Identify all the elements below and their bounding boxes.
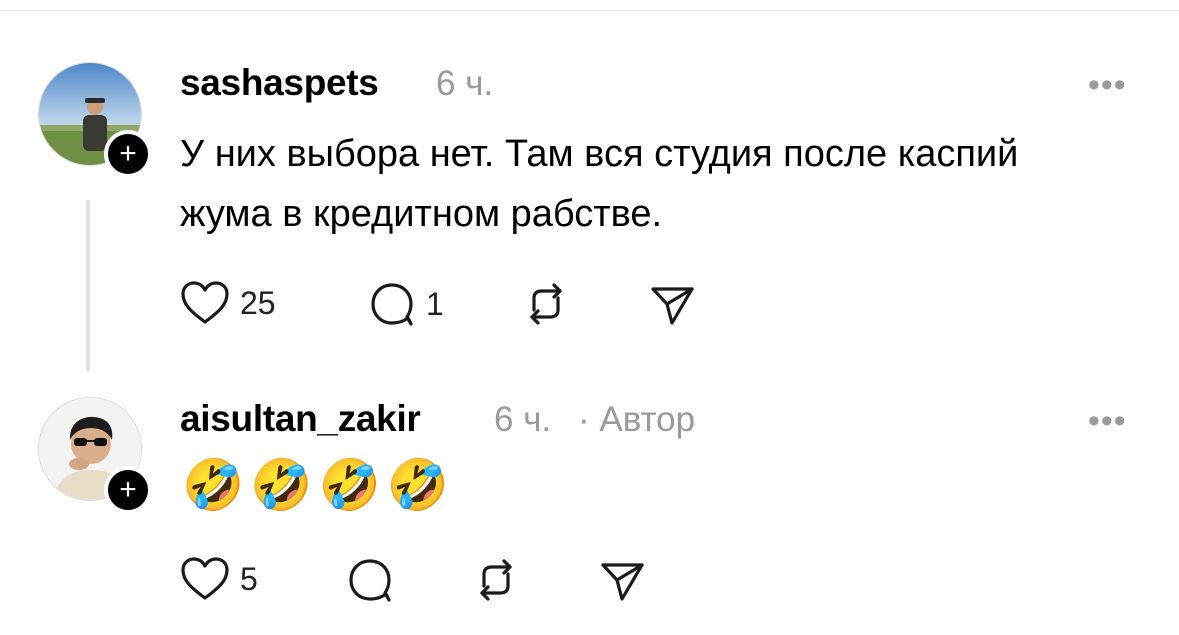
author-tag: · Автор [578,400,696,439]
send-icon [651,287,694,325]
share-button[interactable] [648,280,696,328]
like-button[interactable]: 5 [180,556,258,602]
follow-button[interactable]: + [104,466,152,514]
plus-icon: + [119,473,137,506]
top-divider [0,10,1179,11]
comment-icon [349,559,391,602]
like-count: 5 [240,560,258,597]
repost-button[interactable] [522,280,570,328]
more-options-icon[interactable]: ••• [1088,402,1127,441]
like-button[interactable]: 25 [180,280,276,326]
plus-icon: + [119,137,137,170]
heart-icon [181,281,229,324]
timestamp: 6 ч. [436,64,494,103]
thread-line [86,200,90,372]
share-button[interactable] [598,556,646,604]
comment-text: 🤣🤣🤣🤣 [182,457,456,513]
repost-button[interactable] [472,556,520,604]
repost-icon [530,283,562,325]
like-count: 25 [240,284,276,321]
more-options-icon[interactable]: ••• [1088,66,1127,105]
comment-text: У них выбора нет. Там вся студия после к… [180,133,1019,235]
comment-icon [371,283,413,326]
username[interactable]: aisultan_zakir [180,398,421,440]
heart-icon [181,557,229,600]
send-icon [601,563,644,601]
follow-button[interactable]: + [104,130,152,178]
repost-icon [480,559,512,601]
reply-button[interactable]: 1 [368,280,444,328]
timestamp: 6 ч. [494,400,552,439]
reply-button[interactable] [346,556,404,604]
username[interactable]: sashaspets [180,62,379,104]
reply-count: 1 [426,285,444,322]
